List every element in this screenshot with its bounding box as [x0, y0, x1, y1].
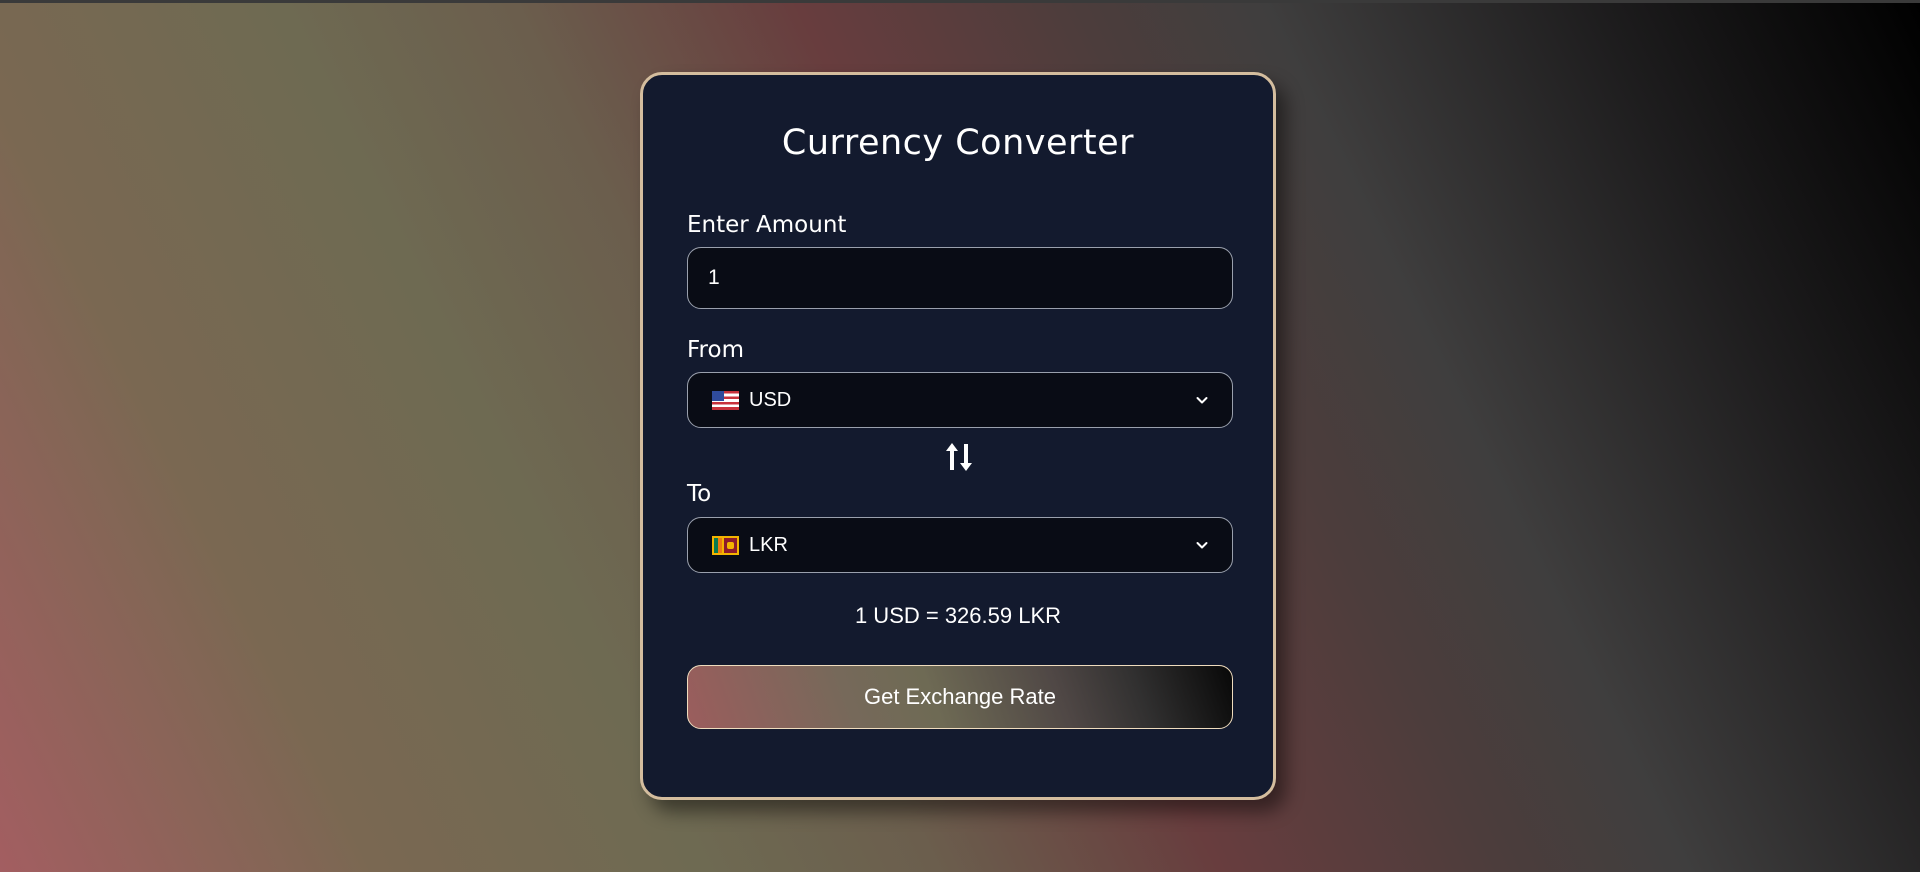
chevron-down-icon [1196, 397, 1208, 404]
page-title: Currency Converter [781, 123, 1135, 163]
swap-arrows-icon[interactable] [943, 439, 975, 475]
us-flag-icon [712, 390, 739, 410]
from-currency-code: USD [749, 388, 792, 411]
window-top-strip [0, 0, 1920, 3]
amount-input[interactable] [687, 247, 1233, 309]
lk-flag-icon [712, 535, 739, 555]
converter-card: Currency Converter Enter Amount From USD… [640, 72, 1276, 800]
to-currency-select[interactable]: LKR [687, 517, 1233, 573]
from-label: From [687, 337, 744, 363]
get-exchange-rate-button[interactable]: Get Exchange Rate [687, 665, 1233, 729]
exchange-rate-text: 1 USD = 326.59 LKR [854, 603, 1062, 628]
chevron-down-icon [1196, 542, 1208, 549]
from-currency-select[interactable]: USD [687, 372, 1233, 428]
to-currency-code: LKR [749, 533, 788, 556]
to-label: To [687, 481, 712, 507]
amount-label: Enter Amount [687, 212, 847, 238]
